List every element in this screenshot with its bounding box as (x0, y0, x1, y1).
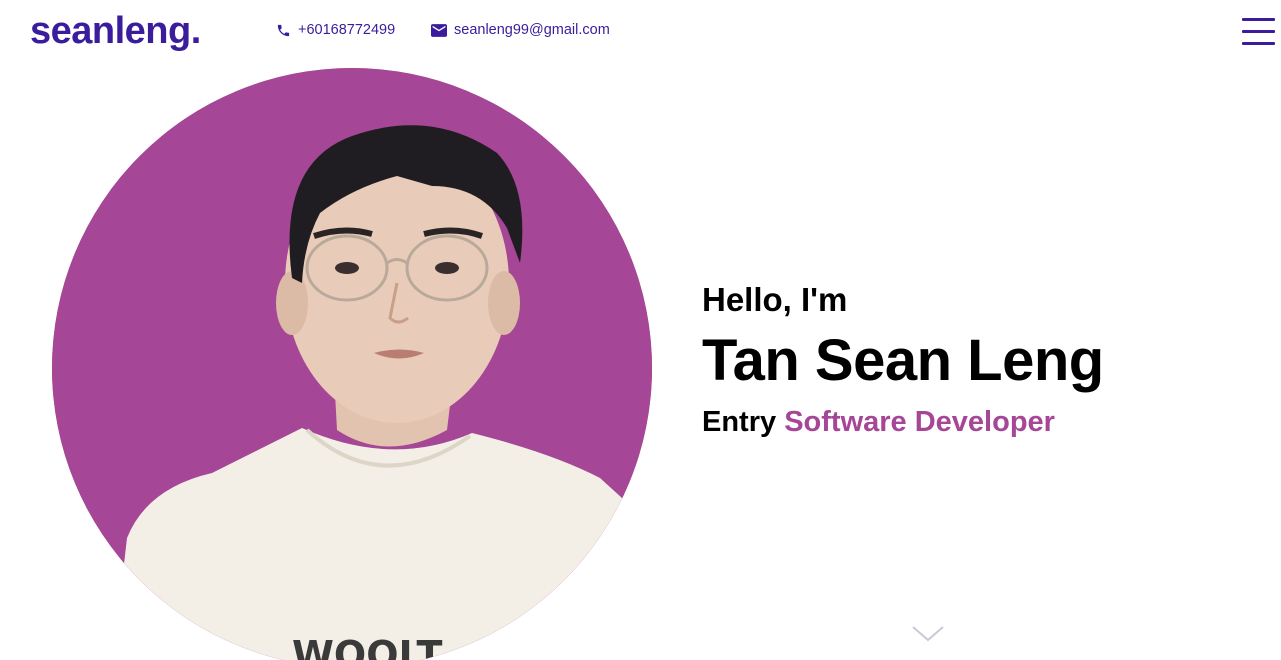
hero-name: Tan Sean Leng (702, 328, 1104, 393)
role-prefix: Entry (702, 406, 777, 438)
profile-photo: WOOLT (52, 68, 652, 660)
greeting-text: Hello, I'm (702, 281, 848, 318)
chevron-down-icon[interactable] (910, 622, 946, 649)
hero-intro: Hello, I'm Tan Sean Leng Entry Software … (702, 278, 1104, 442)
role-highlight: Software Developer (784, 406, 1055, 438)
menu-line (1242, 18, 1275, 21)
role-line: Entry Software Developer (702, 402, 1104, 442)
menu-line (1242, 42, 1275, 45)
phone-number: +60168772499 (298, 22, 396, 38)
portrait-illustration: WOOLT (52, 68, 652, 660)
shirt-print: WOOLT (292, 633, 442, 660)
phone-icon (276, 23, 291, 38)
email-link[interactable]: seanleng99@gmail.com (431, 22, 610, 38)
hamburger-icon[interactable] (1242, 18, 1275, 46)
menu-line (1242, 30, 1275, 33)
site-logo[interactable]: seanleng. (30, 10, 201, 53)
phone-link[interactable]: +60168772499 (276, 22, 395, 38)
envelope-icon (431, 23, 447, 37)
top-navigation-bar: seanleng. +60168772499 seanleng99@gmail.… (0, 0, 1281, 64)
email-address: seanleng99@gmail.com (454, 22, 610, 38)
